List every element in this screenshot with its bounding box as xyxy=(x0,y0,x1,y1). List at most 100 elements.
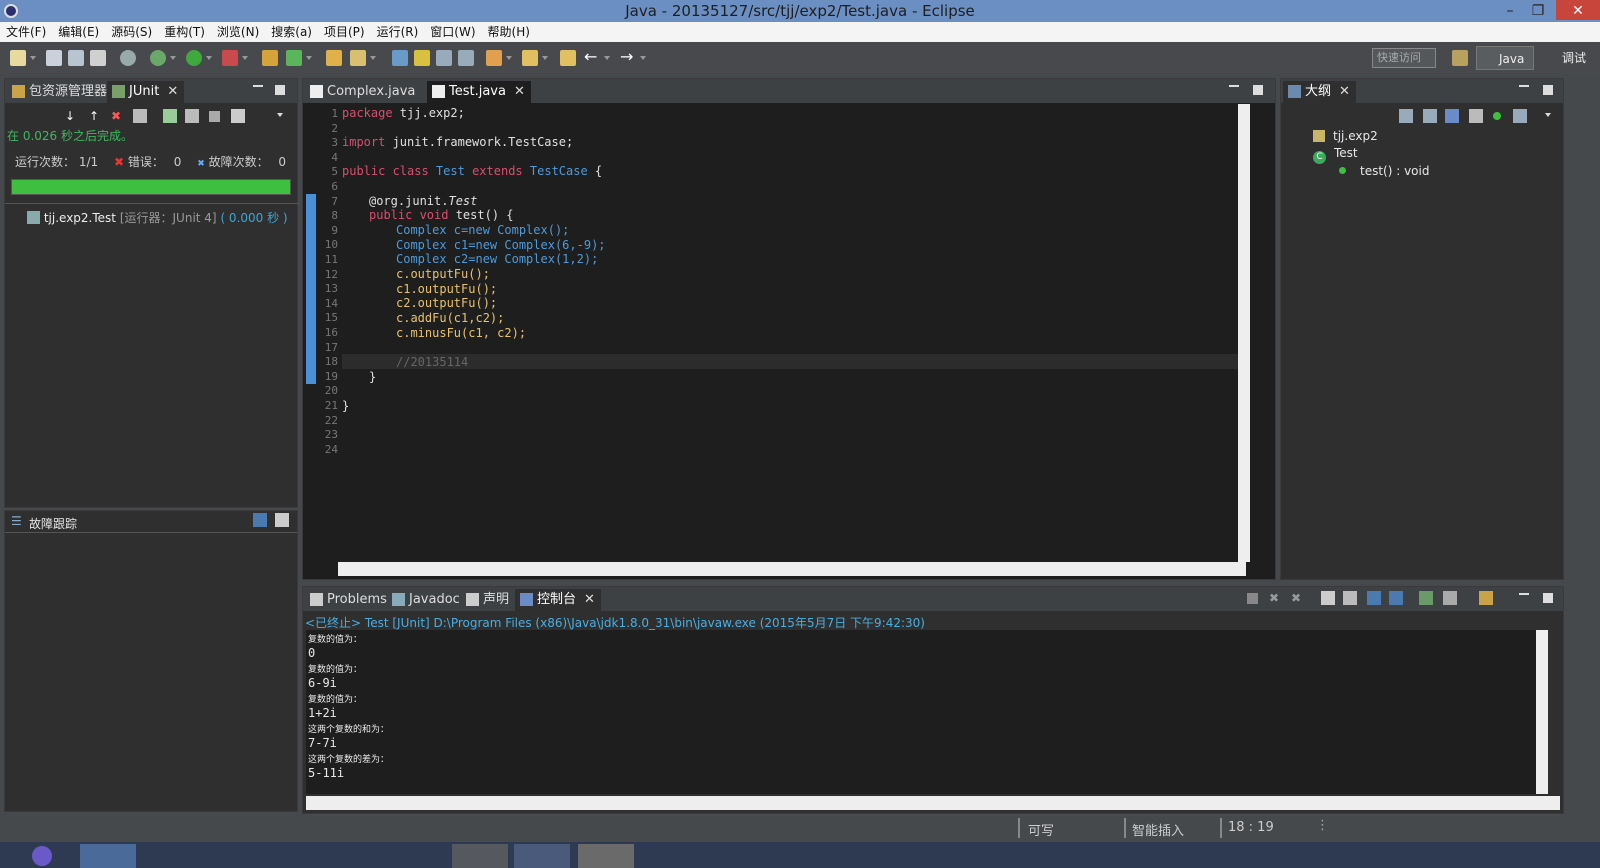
outline-method[interactable]: test() : void xyxy=(1339,164,1429,178)
save-icon[interactable] xyxy=(46,50,62,66)
toggle-mark-icon[interactable] xyxy=(392,50,408,66)
hide-fields-icon[interactable] xyxy=(1445,109,1459,123)
skip-breakpoints-icon[interactable] xyxy=(120,50,136,66)
tree-item-test[interactable]: tjj.exp2.Test [运行器：JUnit 4] ( 0.000 秒 ) xyxy=(27,209,288,226)
block-selection-icon[interactable] xyxy=(436,50,452,66)
start-icon[interactable] xyxy=(32,846,52,866)
print-icon[interactable] xyxy=(90,50,106,66)
last-edit-icon[interactable] xyxy=(560,50,576,66)
annotation-icon[interactable] xyxy=(414,50,430,66)
show-stderr-icon[interactable] xyxy=(1389,591,1403,605)
pin-console-icon[interactable] xyxy=(1419,591,1433,605)
close-icon[interactable]: ✕ xyxy=(584,592,595,607)
taskbar-app[interactable] xyxy=(514,844,570,868)
stop-icon[interactable] xyxy=(209,111,220,122)
menu-navigate[interactable]: 浏览(N) xyxy=(211,22,265,42)
tab-junit[interactable]: JUnit ✕ xyxy=(107,81,185,103)
quick-access-input[interactable]: 快速访问 xyxy=(1372,48,1436,68)
show-stdout-icon[interactable] xyxy=(1367,591,1381,605)
taskbar-app[interactable] xyxy=(578,844,634,868)
minimize-button[interactable]: – xyxy=(1496,0,1524,20)
maximize-view-icon[interactable] xyxy=(275,85,285,95)
outline-class[interactable]: C Test xyxy=(1313,146,1358,164)
console-vertical-scrollbar[interactable] xyxy=(1536,630,1548,794)
tab-test-java[interactable]: Test.java ✕ xyxy=(427,81,531,103)
hide-local-types-icon[interactable] xyxy=(1513,109,1527,123)
tab-declaration[interactable]: 声明 xyxy=(461,589,515,611)
close-icon[interactable]: ✕ xyxy=(167,84,178,99)
open-console-icon[interactable] xyxy=(1479,591,1493,605)
menu-file[interactable]: 文件(F) xyxy=(0,22,52,42)
menu-refactor[interactable]: 重构(T) xyxy=(158,22,211,42)
collapse-all-icon[interactable] xyxy=(1399,109,1413,123)
minimize-view-icon[interactable] xyxy=(1519,85,1529,95)
compare-icon[interactable] xyxy=(275,513,289,527)
menu-help[interactable]: 帮助(H) xyxy=(482,22,536,42)
close-window-button[interactable]: ✕ xyxy=(1556,0,1600,20)
filter-stack-icon[interactable] xyxy=(253,513,267,527)
view-menu-icon[interactable] xyxy=(277,113,283,117)
new-java-project-icon[interactable] xyxy=(262,50,278,66)
run-icon[interactable] xyxy=(186,50,202,66)
prev-annotation-icon[interactable] xyxy=(522,50,538,66)
minimize-view-icon[interactable] xyxy=(1519,593,1529,603)
editor-vertical-scrollbar[interactable] xyxy=(1238,104,1250,562)
menu-edit[interactable]: 编辑(E) xyxy=(52,22,105,42)
scroll-lock-icon[interactable] xyxy=(133,109,147,123)
prev-failure-icon[interactable]: ↑ xyxy=(89,109,103,123)
view-menu-icon[interactable] xyxy=(1545,113,1551,117)
rerun-icon[interactable] xyxy=(163,109,177,123)
show-failures-only-icon[interactable]: ✖ xyxy=(111,109,125,123)
taskbar-app[interactable] xyxy=(452,844,508,868)
minimize-editor-icon[interactable] xyxy=(1229,85,1239,95)
tab-package-explorer[interactable]: 包资源管理器 xyxy=(7,81,113,103)
maximize-view-icon[interactable] xyxy=(1543,593,1553,603)
menu-run[interactable]: 运行(R) xyxy=(371,22,425,42)
menu-window[interactable]: 窗口(W) xyxy=(424,22,481,42)
menu-source[interactable]: 源码(S) xyxy=(105,22,158,42)
open-perspective-icon[interactable] xyxy=(1452,50,1468,66)
maximize-view-icon[interactable] xyxy=(1543,85,1553,95)
hide-static-icon[interactable] xyxy=(1469,109,1483,123)
minimize-view-icon[interactable] xyxy=(253,85,263,95)
tab-javadoc[interactable]: Javadoc xyxy=(387,589,466,611)
next-annotation-icon[interactable] xyxy=(486,50,502,66)
maximize-editor-icon[interactable] xyxy=(1253,85,1263,95)
save-all-icon[interactable] xyxy=(68,50,84,66)
hide-non-public-icon[interactable] xyxy=(1493,112,1501,120)
menu-project[interactable]: 项目(P) xyxy=(318,22,371,42)
scroll-lock-icon[interactable] xyxy=(1343,591,1357,605)
tab-console[interactable]: 控制台 ✕ xyxy=(515,589,601,611)
sort-icon[interactable] xyxy=(1423,109,1437,123)
open-type-icon[interactable] xyxy=(326,50,342,66)
tab-outline[interactable]: 大纲 ✕ xyxy=(1283,81,1356,103)
history-icon[interactable] xyxy=(231,109,245,123)
new-icon[interactable] xyxy=(10,50,26,66)
display-console-icon[interactable] xyxy=(1443,591,1457,605)
new-package-icon[interactable] xyxy=(286,50,302,66)
rerun-failed-icon[interactable] xyxy=(185,109,199,123)
perspective-java[interactable]: Java xyxy=(1476,46,1534,70)
forward-arrow-icon[interactable]: → xyxy=(620,49,636,66)
taskbar-app[interactable] xyxy=(80,844,136,868)
restore-button[interactable]: ❐ xyxy=(1524,0,1552,20)
tab-problems[interactable]: Problems xyxy=(305,589,393,611)
editor-horizontal-scrollbar[interactable] xyxy=(338,562,1246,576)
terminate-icon[interactable] xyxy=(1247,593,1258,604)
remove-all-icon[interactable]: ✖ xyxy=(1291,591,1305,605)
run-external-icon[interactable] xyxy=(222,50,238,66)
clear-console-icon[interactable] xyxy=(1321,591,1335,605)
code-editor[interactable]: 1 2 3 4 5 6 7 8 9 10 11 12 13 14 15 16 17 18 19 20 21 22 23 24 … xyxy=(306,104,1250,562)
show-whitespace-icon[interactable] xyxy=(458,50,474,66)
perspective-debug[interactable]: 调试 xyxy=(1540,46,1586,70)
remove-launch-icon[interactable]: ✖ xyxy=(1269,591,1283,605)
console-horizontal-scrollbar[interactable] xyxy=(306,796,1560,810)
menu-search[interactable]: 搜索(a) xyxy=(265,22,318,42)
close-icon[interactable]: ✕ xyxy=(514,84,525,99)
back-arrow-icon[interactable]: ← xyxy=(584,49,600,66)
close-icon[interactable]: ✕ xyxy=(1339,84,1350,99)
search-icon[interactable] xyxy=(350,50,366,66)
outline-package[interactable]: tjj.exp2 xyxy=(1313,129,1378,143)
status-more-icon[interactable]: ⋮ xyxy=(1316,818,1329,833)
next-failure-icon[interactable]: ↓ xyxy=(65,109,79,123)
